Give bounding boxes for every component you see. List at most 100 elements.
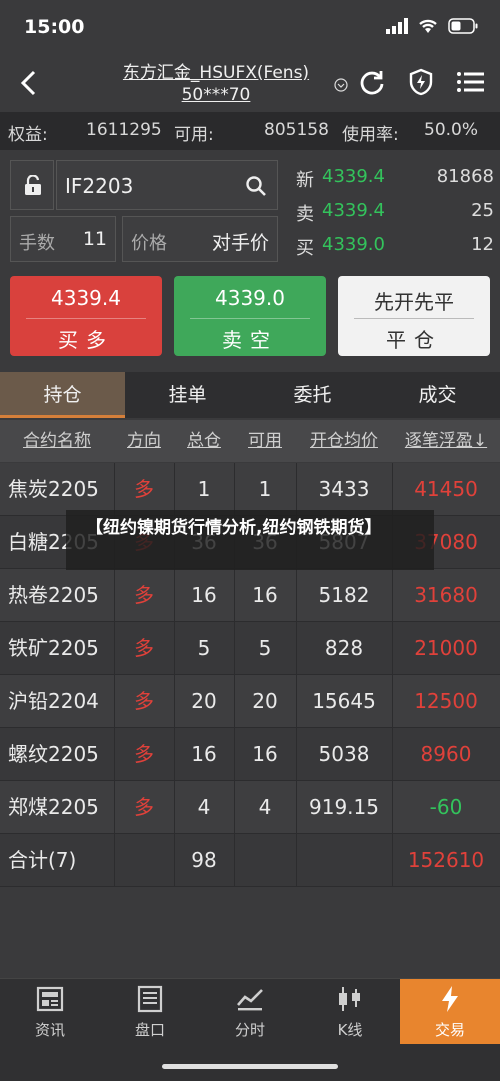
header-available[interactable]: 可用: [234, 420, 296, 462]
price-field[interactable]: 价格 对手价: [122, 216, 278, 262]
order-panel: IF2203 手数 11 价格 对手价 新 4339.4 81868 卖 433…: [0, 152, 500, 370]
buy-long-button[interactable]: 4339.4 买多: [10, 276, 162, 356]
cell-name: 焦炭2205: [8, 477, 99, 501]
quote-label: 卖: [296, 204, 314, 225]
bottom-nav: 资讯 盘口 分时 K线 交易: [0, 978, 500, 1045]
cell-name: 沪铅2204: [8, 689, 99, 713]
refresh-icon[interactable]: [358, 68, 386, 96]
cell-pnl: 8960: [420, 742, 472, 766]
table-row[interactable]: 铁矿2205 多 5 5 828 21000: [0, 622, 500, 675]
cell-pnl: 12500: [414, 689, 478, 713]
cell-total: 1: [197, 477, 211, 501]
news-icon: [36, 986, 64, 1012]
cell-pnl: 41450: [414, 477, 478, 501]
cell-name: 铁矿2205: [8, 636, 99, 660]
table-total-row: 合计(7) 98 152610: [0, 834, 500, 887]
header-avg-price[interactable]: 开仓均价: [296, 420, 392, 462]
header-direction[interactable]: 方向: [114, 420, 174, 462]
nav-kline[interactable]: K线: [300, 979, 400, 1045]
status-time: 15:00: [24, 16, 85, 38]
table-row[interactable]: 热卷2205 多 16 16 5182 31680: [0, 569, 500, 622]
close-mode: 先开先平: [374, 290, 454, 314]
cell-dir: 多: [134, 742, 154, 766]
header-contract[interactable]: 合约名称: [0, 420, 114, 462]
tab-orders[interactable]: 委托: [250, 372, 375, 418]
cell-avail: 16: [252, 583, 278, 607]
table-row[interactable]: 焦炭2205 多 1 1 3433 41450: [0, 463, 500, 516]
tab-positions[interactable]: 持仓: [0, 372, 125, 418]
quantity-field[interactable]: 手数 11: [10, 216, 116, 262]
quote-volume: 12: [471, 234, 494, 255]
nav-label: 盘口: [134, 1021, 165, 1039]
tab-pending[interactable]: 挂单: [125, 372, 250, 418]
caption-overlay: 【纽约镍期货行情分析,纽约钢铁期货】: [66, 510, 434, 570]
quote-row-last: 新 4339.4 81868: [290, 162, 496, 194]
status-icons: [386, 18, 478, 34]
sell-price: 4339.0: [215, 286, 285, 310]
nav-intraday[interactable]: 分时: [200, 979, 300, 1045]
quote-price: 4339.4: [322, 166, 385, 187]
cell-dir: 多: [134, 583, 154, 607]
cell-total: 98: [191, 848, 217, 872]
cell-total: 16: [191, 742, 217, 766]
cell-dir: 多: [134, 689, 154, 713]
quote-volume: 25: [471, 200, 494, 221]
cell-total: 20: [191, 689, 217, 713]
cell-dir: 多: [134, 636, 154, 660]
quantity-label: 手数: [19, 233, 55, 254]
order-book-icon: [137, 985, 163, 1013]
tab-fills[interactable]: 成交: [375, 372, 500, 418]
nav-news[interactable]: 资讯: [0, 979, 100, 1045]
back-arrow-icon[interactable]: [14, 68, 44, 98]
buy-price: 4339.4: [51, 286, 121, 310]
position-tabs: 持仓 挂单 委托 成交: [0, 372, 500, 418]
line-chart-icon: [237, 989, 263, 1011]
search-icon[interactable]: [245, 175, 267, 197]
symbol-text: IF2203: [65, 174, 134, 198]
unlock-icon: [25, 175, 41, 195]
cell-avg: 3433: [318, 477, 370, 501]
sell-short-button[interactable]: 4339.0 卖空: [174, 276, 326, 356]
status-bar: 15:00: [0, 0, 500, 56]
cell-avg: 919.15: [309, 795, 379, 819]
caption-text: 【纽约镍期货行情分析,纽约钢铁期货】: [86, 518, 382, 538]
lock-button[interactable]: [10, 160, 54, 210]
nav-bar: 东方汇金_HSUFX(Fens) 50***70: [0, 56, 500, 110]
table-row[interactable]: 郑煤2205 多 4 4 919.15 -60: [0, 781, 500, 834]
cell-total: 16: [191, 583, 217, 607]
cell-name: 合计(7): [8, 848, 77, 872]
candlestick-icon: [339, 987, 360, 1011]
table-row[interactable]: 沪铅2204 多 20 20 15645 12500: [0, 675, 500, 728]
table-row[interactable]: 螺纹2205 多 16 16 5038 8960: [0, 728, 500, 781]
cell-total: 5: [197, 636, 211, 660]
nav-trade[interactable]: 交易: [400, 979, 500, 1045]
quote-price: 4339.4: [322, 200, 385, 221]
header-pnl[interactable]: 逐笔浮盈↓: [392, 420, 500, 462]
sell-label: 卖空: [222, 328, 278, 352]
cell-dir: 多: [134, 477, 154, 501]
quote-label: 买: [296, 238, 314, 259]
quote-volume: 81868: [436, 166, 494, 187]
menu-list-icon[interactable]: [456, 70, 484, 94]
cell-pnl: 21000: [414, 636, 478, 660]
account-summary: 权益: 1611295 可用: 805158 使用率: 50.0%: [0, 112, 500, 150]
symbol-input[interactable]: IF2203: [56, 160, 278, 210]
nav-label: K线: [337, 1021, 363, 1039]
cell-dir: [114, 834, 174, 887]
signal-icon: [386, 18, 408, 34]
price-value: 对手价: [211, 232, 269, 254]
cell-avail: 4: [258, 795, 272, 819]
close-position-button[interactable]: 先开先平 平仓: [338, 276, 490, 356]
usage-value: 50.0%: [424, 120, 479, 140]
shield-lightning-icon[interactable]: [408, 68, 434, 96]
quote-panel: 新 4339.4 81868 卖 4339.4 25 买 4339.0 12: [290, 160, 496, 262]
header-total[interactable]: 总仓: [174, 420, 234, 462]
price-label: 价格: [131, 233, 167, 254]
dropdown-circle-icon[interactable]: [334, 78, 348, 92]
account-title[interactable]: 东方汇金_HSUFX(Fens) 50***70: [100, 62, 332, 106]
cell-avg: [296, 834, 392, 887]
cell-avg: 15645: [312, 689, 376, 713]
nav-market-depth[interactable]: 盘口: [100, 979, 200, 1045]
quote-label: 新: [296, 170, 314, 191]
cell-avail: 16: [252, 742, 278, 766]
